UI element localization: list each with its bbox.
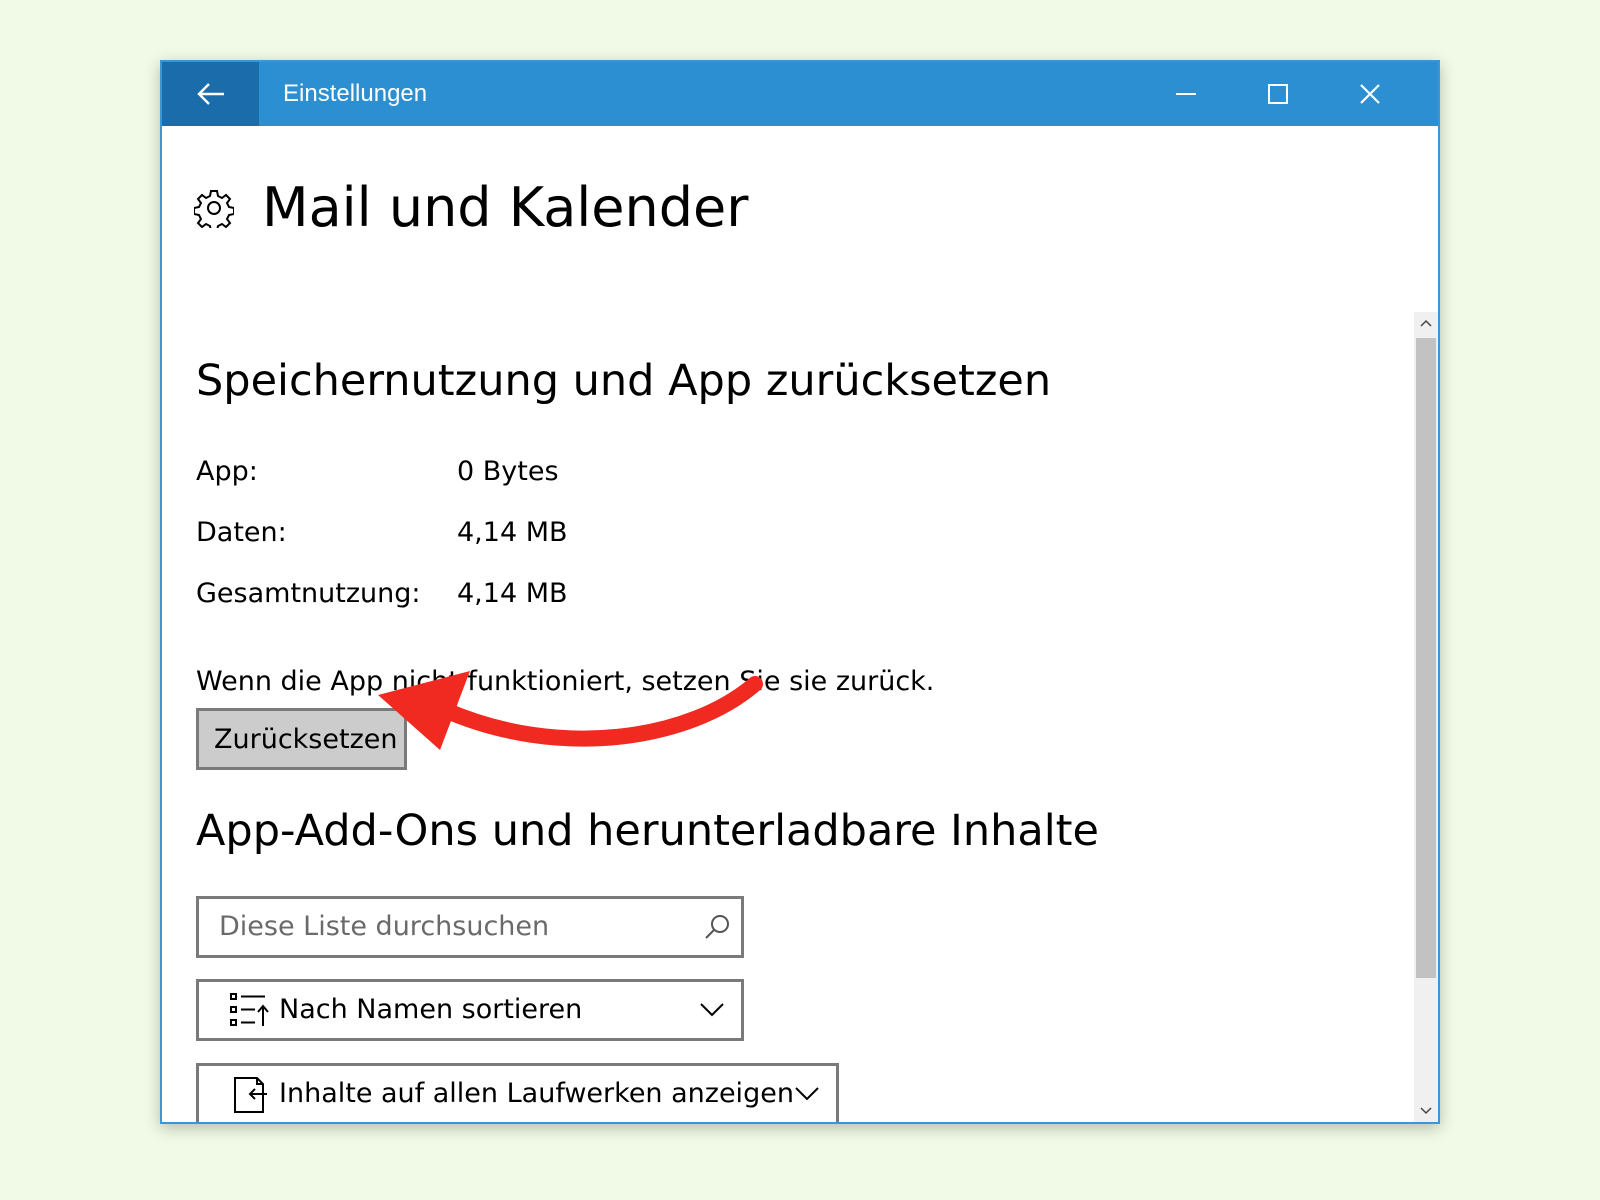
sort-list-icon	[230, 993, 269, 1026]
app-size-label: App:	[196, 456, 258, 487]
maximize-button[interactable]	[1232, 62, 1324, 126]
drive-filter-dropdown[interactable]: Inhalte auf allen Laufwerken anzeigen	[196, 1063, 839, 1122]
total-size-label: Gesamtnutzung:	[196, 578, 421, 609]
search-input[interactable]: Diese Liste durchsuchen	[219, 899, 549, 955]
total-size-value: 4,14 MB	[457, 578, 568, 609]
title-bar: Einstellungen	[162, 62, 1438, 126]
window-title: Einstellungen	[283, 80, 428, 107]
reset-button[interactable]: Zurücksetzen	[196, 708, 407, 770]
settings-content: Mail und Kalender Speichernutzung und Ap…	[162, 126, 1438, 1122]
scroll-down-icon[interactable]	[1420, 1106, 1432, 1116]
page-title: Mail und Kalender	[262, 176, 749, 239]
addons-heading: App-Add-Ons und herunterladbare Inhalte	[196, 806, 1099, 856]
drive-export-icon	[234, 1077, 267, 1113]
chevron-down-icon	[700, 1003, 724, 1017]
data-size-label: Daten:	[196, 517, 287, 548]
minimize-button[interactable]	[1140, 62, 1232, 126]
scroll-thumb[interactable]	[1416, 338, 1436, 978]
close-icon	[1360, 84, 1380, 104]
storage-heading: Speichernutzung und App zurücksetzen	[196, 356, 1052, 406]
settings-window: Einstellungen Mail und Kalender Speicher…	[160, 60, 1440, 1124]
vertical-scrollbar[interactable]	[1414, 312, 1438, 1122]
chevron-down-icon	[795, 1087, 819, 1101]
minimize-icon	[1176, 93, 1196, 95]
reset-description: Wenn die App nicht funktioniert, setzen …	[196, 666, 935, 697]
back-button[interactable]	[162, 62, 259, 126]
gear-icon	[194, 190, 234, 228]
scroll-up-icon[interactable]	[1420, 318, 1432, 328]
data-size-value: 4,14 MB	[457, 517, 568, 548]
arrow-left-icon	[196, 83, 224, 105]
maximize-icon	[1268, 84, 1288, 104]
drive-filter-label: Inhalte auf allen Laufwerken anzeigen	[279, 1078, 794, 1109]
sort-dropdown[interactable]: Nach Namen sortieren	[196, 979, 744, 1041]
sort-dropdown-label: Nach Namen sortieren	[279, 994, 583, 1025]
addons-search-field[interactable]: Diese Liste durchsuchen	[196, 896, 744, 958]
search-icon	[705, 915, 729, 939]
close-button[interactable]	[1324, 62, 1416, 126]
app-size-value: 0 Bytes	[457, 456, 559, 487]
